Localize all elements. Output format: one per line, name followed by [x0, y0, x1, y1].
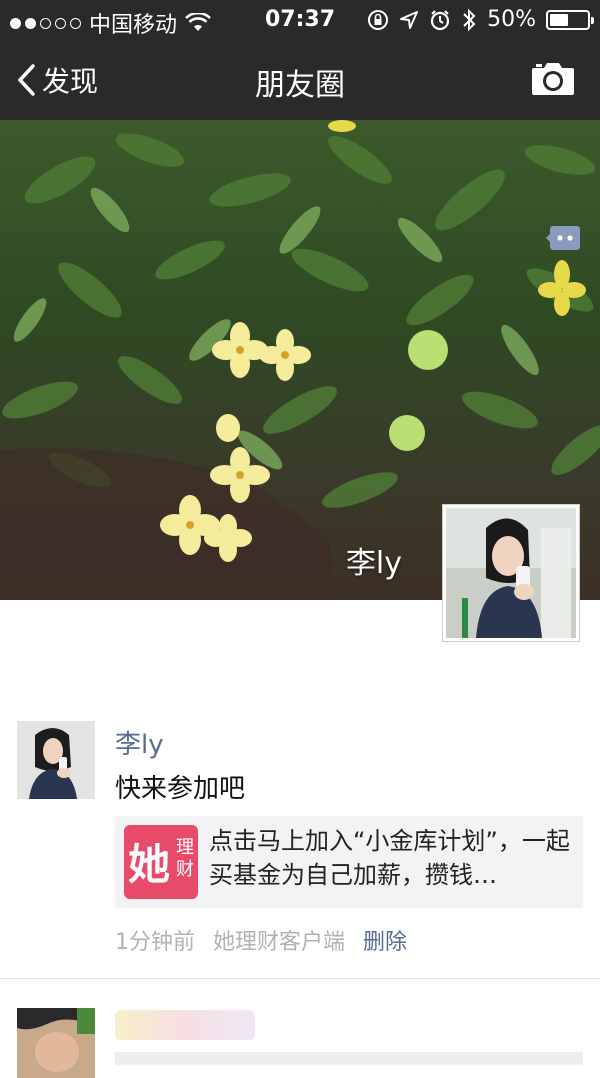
moment-post: 李ly 快来参加吧 她 理财 点击马上加入“小金库计划”，一起买基金为自己加薪，…	[0, 700, 600, 978]
post-divider	[0, 978, 600, 979]
post-author-avatar[interactable]	[17, 721, 95, 799]
app-logo-big-char: 她	[128, 840, 171, 889]
comment-icon[interactable]	[546, 224, 582, 252]
battery-percent: 50%	[487, 7, 536, 32]
battery-icon	[546, 9, 594, 30]
next-post-content-preview	[115, 1052, 583, 1065]
page-title: 朋友圈	[255, 68, 345, 103]
status-right: 50%	[367, 7, 594, 32]
app-logo-small-chars: 理财	[176, 837, 194, 880]
navigation-bar: 发现 朋友圈	[0, 40, 600, 120]
next-post-avatar[interactable]	[17, 1008, 95, 1078]
camera-icon[interactable]	[530, 58, 576, 98]
app-logo: 她 理财	[124, 825, 198, 899]
profile-avatar[interactable]	[442, 504, 580, 642]
battery-fill	[550, 13, 568, 26]
alarm-icon	[430, 9, 450, 30]
profile-photo	[446, 508, 576, 638]
shared-link-title: 点击马上加入“小金库计划”，一起买基金为自己加薪，攒钱…	[209, 827, 570, 889]
bluetooth-icon	[463, 8, 476, 31]
post-text: 快来参加吧	[115, 774, 246, 804]
location-icon	[400, 10, 419, 29]
post-author-name[interactable]: 李ly	[115, 724, 164, 761]
post-time: 1分钟前	[115, 930, 195, 955]
post-source: 她理财客户端	[213, 930, 346, 955]
next-post-author-name[interactable]	[115, 1010, 255, 1040]
delete-button[interactable]: 删除	[363, 924, 407, 956]
rotation-lock-icon	[368, 9, 389, 30]
cover-user-name: 李ly	[345, 546, 402, 581]
shared-link-card[interactable]: 她 理财 点击马上加入“小金库计划”，一起买基金为自己加薪，攒钱…	[115, 816, 583, 908]
post-meta: 1分钟前 她理财客户端 删除	[115, 924, 407, 956]
status-bar: 中国移动 07:37 50%	[0, 0, 600, 40]
